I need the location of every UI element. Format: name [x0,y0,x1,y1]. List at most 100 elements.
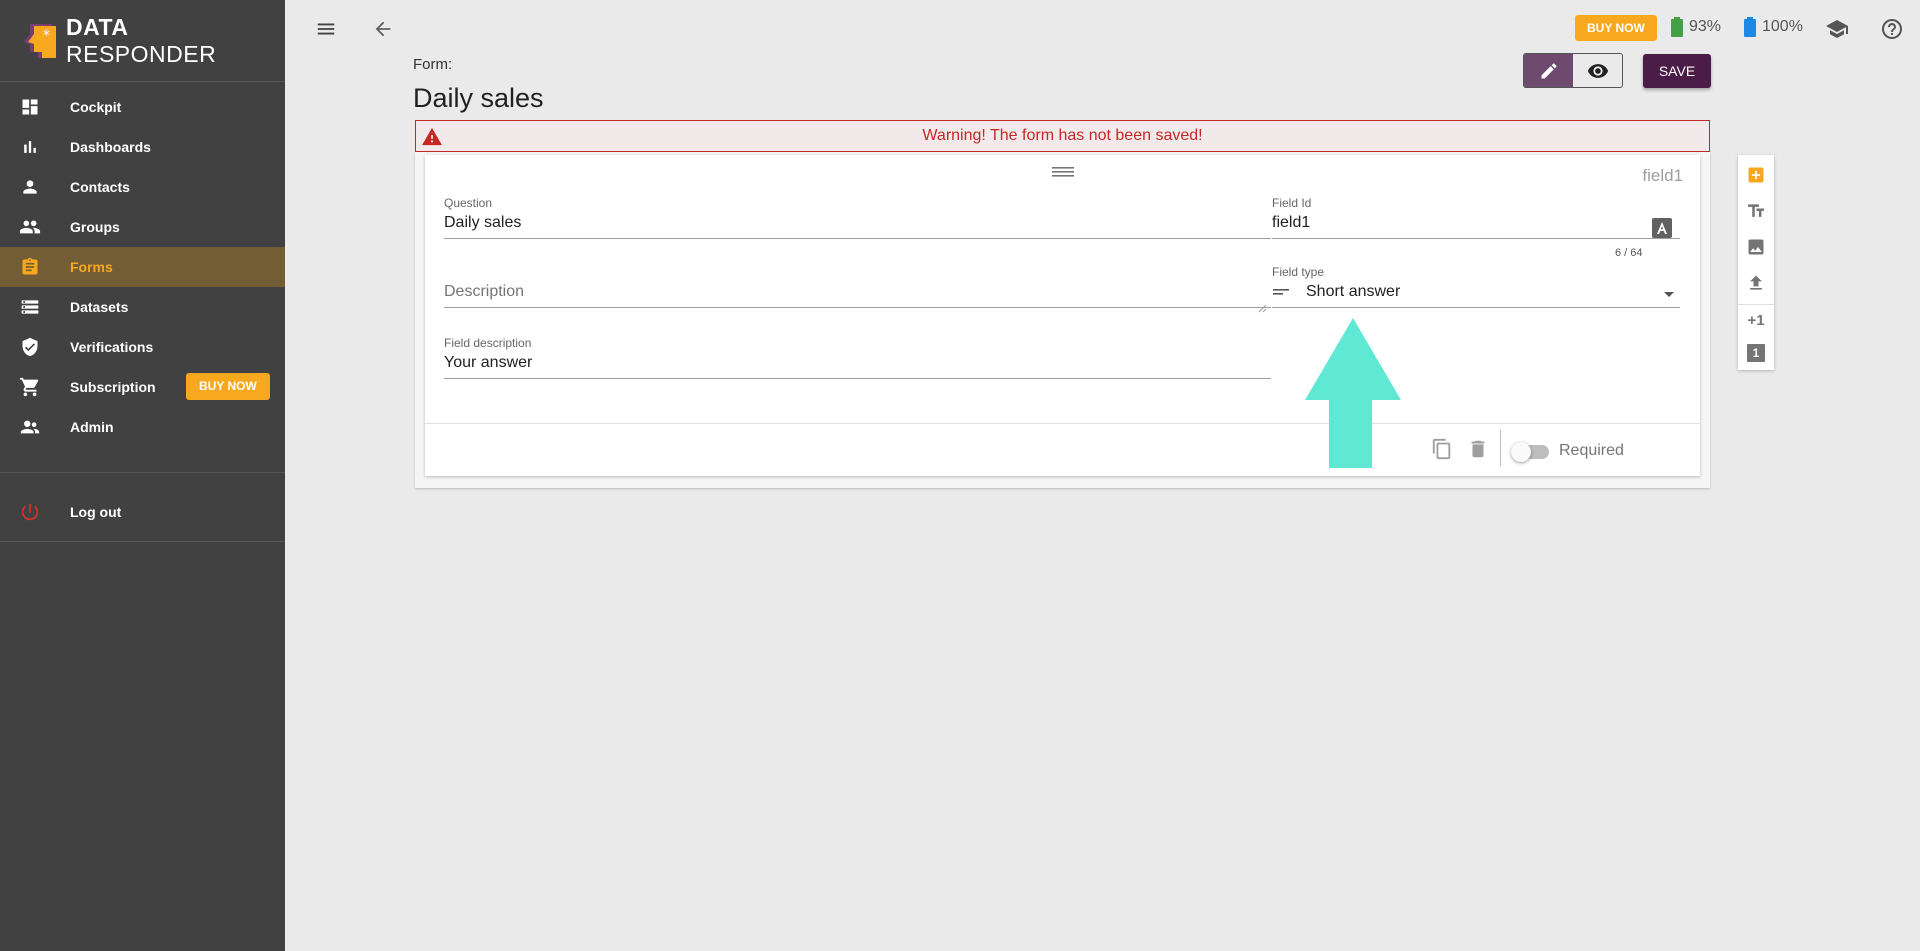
battery-green-icon [1671,17,1683,37]
buy-now-button[interactable]: BUY NOW [186,373,270,400]
card-footer [425,423,1700,424]
warning-icon [421,126,443,151]
sidebar-item-label: Contacts [70,179,130,195]
question-input[interactable]: Daily sales [444,210,1271,239]
bar-chart-icon [18,135,42,159]
upload-button[interactable] [1744,271,1768,295]
list-icon [18,295,42,319]
admin-icon [18,415,42,439]
cart-icon [18,375,42,399]
field-description-field[interactable]: Field description Your answer [444,336,1271,379]
trash-icon [1471,440,1485,458]
sidebar-item-label: Subscription [70,379,156,395]
page-title: Daily sales [413,83,544,113]
sidebar-item-label: Verifications [70,339,154,355]
resize-handle-icon[interactable] [1257,300,1267,318]
logo-text: DATA RESPONDER [66,13,217,67]
power-icon [18,500,42,524]
field-id-input[interactable]: field1 [1272,210,1680,239]
sidebar-item-datasets[interactable]: Datasets [0,287,285,327]
text-fields-icon [1748,204,1764,217]
edit-mode-button[interactable] [1524,54,1573,87]
save-button[interactable]: SAVE [1643,54,1711,88]
short-text-icon [1273,289,1289,295]
sidebar-item-admin[interactable]: Admin [0,407,285,447]
help-button[interactable] [1879,16,1905,42]
divider [0,472,285,473]
required-toggle[interactable] [1511,442,1549,462]
battery-status-1: 93% [1671,17,1721,37]
divider [1500,430,1501,466]
sidebar-item-cockpit[interactable]: Cockpit [0,87,285,127]
sidebar-item-subscription[interactable]: Subscription BUY NOW [0,367,285,407]
add-question-button[interactable] [1744,163,1768,187]
arrow-back-icon [375,21,391,37]
copy-icon [1432,438,1451,460]
shield-check-icon [18,335,42,359]
form-label: Form: [413,56,453,73]
description-field[interactable]: Description [444,279,1271,308]
number-box-icon: 1 [1747,344,1765,362]
character-counter: 6 / 64 [1615,247,1643,259]
buy-now-top-button[interactable]: BUY NOW [1575,15,1657,41]
sidebar-item-label: Log out [70,504,122,520]
field-type-select[interactable]: Field type Short answer [1272,265,1680,308]
pencil-icon [1541,63,1556,78]
sidebar-item-label: Forms [70,259,113,275]
eye-icon [1587,63,1608,78]
question-field[interactable]: Question Daily sales [444,196,1271,239]
question-label: Question [444,196,493,210]
sidebar-item-verifications[interactable]: Verifications [0,327,285,367]
menu-button[interactable] [314,17,338,41]
field-tag: field1 [1642,166,1683,185]
sidebar-item-forms[interactable]: Forms [0,247,285,287]
add-image-button[interactable] [1744,235,1768,259]
auto-id-icon[interactable] [1652,218,1672,238]
dashboard-icon [18,95,42,119]
person-icon [18,175,42,199]
divider [1738,304,1774,305]
battery-status-2: 100% [1744,17,1803,37]
field-id-field[interactable]: Field Id field1 [1272,196,1680,239]
drag-handle-icon[interactable] [1052,165,1074,184]
sidebar-item-contacts[interactable]: Contacts [0,167,285,207]
logo[interactable]: * DATA RESPONDER [0,0,285,82]
upload-icon [1750,275,1762,290]
sidebar-item-dashboards[interactable]: Dashboards [0,127,285,167]
preview-mode-button[interactable] [1573,54,1622,87]
divider [0,541,285,542]
battery-blue-icon [1744,17,1756,37]
numbering-button[interactable]: 1 [1744,341,1768,365]
people-icon [18,215,42,239]
field-description-label: Field description [444,336,532,350]
question-card[interactable]: field1 Question Daily sales Field Id fie… [425,155,1700,476]
sidebar-item-logout[interactable]: Log out [0,492,285,532]
svg-text:*: * [43,28,50,44]
sidebar-nav: Cockpit Dashboards Contacts Groups Forms [0,82,285,447]
delete-button[interactable] [1467,438,1489,465]
side-toolbar: +1 1 [1738,155,1774,370]
menu-icon [317,23,335,35]
plus-one-button[interactable]: +1 [1744,308,1768,332]
sidebar-item-label: Dashboards [70,139,151,155]
field-description-input[interactable]: Your answer [444,350,1271,379]
duplicate-button[interactable] [1431,438,1453,465]
sidebar-item-label: Groups [70,219,120,235]
help-icon [1882,19,1902,39]
unsaved-warning: Warning! The form has not been saved! [415,120,1710,152]
sidebar-item-label: Datasets [70,299,129,315]
description-input[interactable]: Description [444,279,1271,308]
school-icon [1826,20,1848,38]
field-type-label: Field type [1272,265,1325,279]
image-icon [1748,239,1764,255]
add-title-button[interactable] [1744,199,1768,223]
sidebar: * DATA RESPONDER Cockpit Dashboards Cont… [0,0,285,951]
back-button[interactable] [371,17,395,41]
add-box-icon [1748,167,1764,183]
dropdown-arrow-icon [1664,292,1674,297]
tutorial-button[interactable] [1824,16,1850,42]
clipboard-icon [18,255,42,279]
logo-icon: * [20,22,58,60]
sidebar-item-label: Cockpit [70,99,122,115]
sidebar-item-groups[interactable]: Groups [0,207,285,247]
